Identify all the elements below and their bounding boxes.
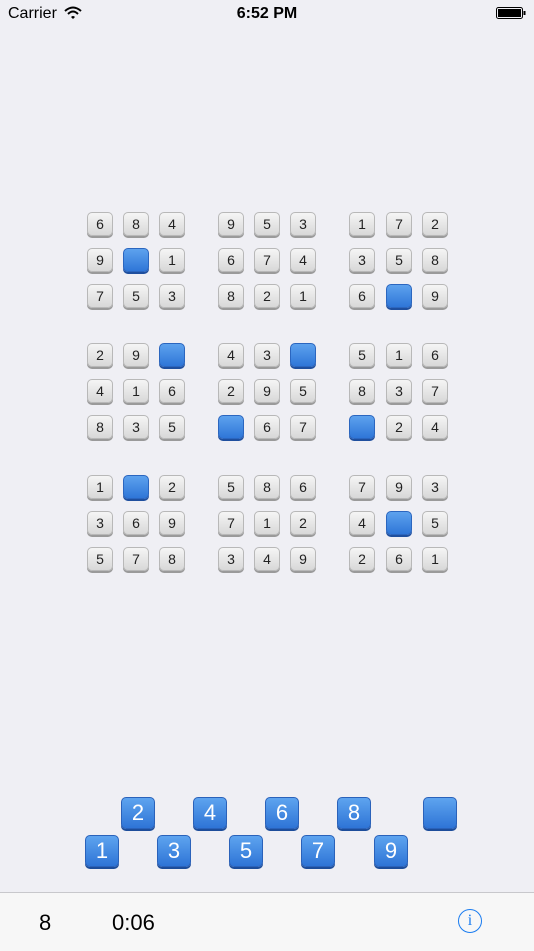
sudoku-cell[interactable]: 7 xyxy=(87,284,113,308)
sudoku-cell[interactable]: 4 xyxy=(218,343,244,367)
sudoku-cell[interactable]: 6 xyxy=(422,343,448,367)
sudoku-cell[interactable]: 6 xyxy=(123,511,149,535)
sudoku-cell[interactable]: 4 xyxy=(422,415,448,439)
elapsed-timer: 0:06 xyxy=(112,910,155,935)
sudoku-cell[interactable]: 7 xyxy=(218,511,244,535)
sudoku-cell[interactable]: 3 xyxy=(87,511,113,535)
sudoku-cell[interactable]: 9 xyxy=(386,475,412,499)
number-key[interactable]: 1 xyxy=(85,835,119,867)
sudoku-cell[interactable]: 1 xyxy=(290,284,316,308)
number-key[interactable]: 4 xyxy=(193,797,227,829)
sudoku-cell[interactable]: 1 xyxy=(349,212,375,236)
sudoku-cell[interactable]: 3 xyxy=(290,212,316,236)
number-key[interactable]: 5 xyxy=(229,835,263,867)
empty-cell[interactable] xyxy=(159,343,185,367)
sudoku-cell[interactable]: 1 xyxy=(123,379,149,403)
sudoku-cell[interactable]: 3 xyxy=(123,415,149,439)
sudoku-board: 6849531729167435875382169294351641629583… xyxy=(0,0,534,600)
sudoku-cell[interactable]: 3 xyxy=(386,379,412,403)
number-key[interactable]: 7 xyxy=(301,835,335,867)
sudoku-cell[interactable]: 8 xyxy=(349,379,375,403)
sudoku-cell[interactable]: 8 xyxy=(218,284,244,308)
sudoku-cell[interactable]: 7 xyxy=(123,547,149,571)
number-key[interactable]: 3 xyxy=(157,835,191,867)
sudoku-cell[interactable]: 4 xyxy=(87,379,113,403)
sudoku-cell[interactable]: 2 xyxy=(386,415,412,439)
sudoku-cell[interactable]: 6 xyxy=(254,415,280,439)
empty-cell[interactable] xyxy=(349,415,375,439)
sudoku-cell[interactable]: 3 xyxy=(254,343,280,367)
sudoku-cell[interactable]: 3 xyxy=(159,284,185,308)
sudoku-cell[interactable]: 2 xyxy=(422,212,448,236)
sudoku-cell[interactable]: 5 xyxy=(422,511,448,535)
sudoku-cell[interactable]: 6 xyxy=(218,248,244,272)
sudoku-cell[interactable]: 5 xyxy=(87,547,113,571)
sudoku-cell[interactable]: 5 xyxy=(254,212,280,236)
sudoku-cell[interactable]: 7 xyxy=(422,379,448,403)
sudoku-cell[interactable]: 5 xyxy=(159,415,185,439)
sudoku-cell[interactable]: 7 xyxy=(254,248,280,272)
empty-cell[interactable] xyxy=(123,475,149,499)
empty-cell[interactable] xyxy=(386,284,412,308)
sudoku-cell[interactable]: 9 xyxy=(422,284,448,308)
sudoku-cell[interactable]: 8 xyxy=(123,212,149,236)
sudoku-cell[interactable]: 9 xyxy=(159,511,185,535)
sudoku-cell[interactable]: 9 xyxy=(87,248,113,272)
sudoku-cell[interactable]: 5 xyxy=(123,284,149,308)
sudoku-cell[interactable]: 1 xyxy=(254,511,280,535)
sudoku-cell[interactable]: 2 xyxy=(349,547,375,571)
empty-cell[interactable] xyxy=(290,343,316,367)
sudoku-cell[interactable]: 4 xyxy=(159,212,185,236)
sudoku-cell[interactable]: 3 xyxy=(349,248,375,272)
sudoku-cell[interactable]: 3 xyxy=(218,547,244,571)
sudoku-cell[interactable]: 6 xyxy=(349,284,375,308)
sudoku-cell[interactable]: 8 xyxy=(254,475,280,499)
number-key[interactable]: 6 xyxy=(265,797,299,829)
sudoku-cell[interactable]: 2 xyxy=(87,343,113,367)
sudoku-cell[interactable]: 2 xyxy=(290,511,316,535)
sudoku-cell[interactable]: 8 xyxy=(159,547,185,571)
sudoku-cell[interactable]: 5 xyxy=(386,248,412,272)
sudoku-cell[interactable]: 4 xyxy=(254,547,280,571)
empty-cell[interactable] xyxy=(123,248,149,272)
sudoku-cell[interactable]: 6 xyxy=(290,475,316,499)
sudoku-cell[interactable]: 7 xyxy=(386,212,412,236)
sudoku-cell[interactable]: 5 xyxy=(349,343,375,367)
number-key[interactable]: 9 xyxy=(374,835,408,867)
sudoku-cell[interactable]: 1 xyxy=(422,547,448,571)
sudoku-cell[interactable]: 2 xyxy=(159,475,185,499)
sudoku-cell[interactable]: 6 xyxy=(87,212,113,236)
sudoku-cell[interactable]: 1 xyxy=(386,343,412,367)
number-key[interactable]: 8 xyxy=(337,797,371,829)
sudoku-cell[interactable]: 1 xyxy=(87,475,113,499)
info-icon[interactable]: i xyxy=(458,909,482,933)
sudoku-cell[interactable]: 2 xyxy=(218,379,244,403)
sudoku-cell[interactable]: 6 xyxy=(386,547,412,571)
sudoku-cell[interactable]: 9 xyxy=(123,343,149,367)
sudoku-cell[interactable]: 2 xyxy=(254,284,280,308)
erase-key[interactable] xyxy=(423,797,457,829)
bottom-toolbar: 8 0:06 i xyxy=(0,892,534,951)
number-palette: 123456789 xyxy=(0,790,534,880)
sudoku-cell[interactable]: 9 xyxy=(218,212,244,236)
sudoku-cell[interactable]: 4 xyxy=(349,511,375,535)
sudoku-cell[interactable]: 5 xyxy=(290,379,316,403)
sudoku-cell[interactable]: 9 xyxy=(254,379,280,403)
sudoku-cell[interactable]: 7 xyxy=(349,475,375,499)
number-key[interactable]: 2 xyxy=(121,797,155,829)
sudoku-cell[interactable]: 3 xyxy=(422,475,448,499)
sudoku-cell[interactable]: 9 xyxy=(290,547,316,571)
sudoku-cell[interactable]: 1 xyxy=(159,248,185,272)
sudoku-cell[interactable]: 5 xyxy=(218,475,244,499)
remaining-count: 8 xyxy=(39,910,52,935)
empty-cell[interactable] xyxy=(218,415,244,439)
sudoku-cell[interactable]: 4 xyxy=(290,248,316,272)
sudoku-cell[interactable]: 8 xyxy=(422,248,448,272)
sudoku-cell[interactable]: 7 xyxy=(290,415,316,439)
empty-cell[interactable] xyxy=(386,511,412,535)
sudoku-cell[interactable]: 6 xyxy=(159,379,185,403)
sudoku-cell[interactable]: 8 xyxy=(87,415,113,439)
